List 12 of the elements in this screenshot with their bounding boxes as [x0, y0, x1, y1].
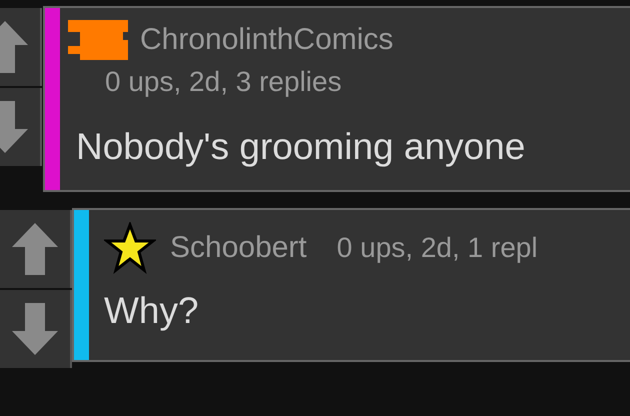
comment-meta: 0 ups, 2d, 1 repl: [336, 232, 538, 264]
comment-text: Why?: [104, 290, 200, 332]
up-arrow-icon: [12, 223, 58, 275]
username[interactable]: ChronolinthComics: [140, 23, 394, 57]
star-icon: [104, 222, 156, 274]
downvote-button[interactable]: [0, 290, 72, 368]
upvote-button[interactable]: [0, 210, 72, 288]
comment-text: Nobody's grooming anyone: [75, 126, 526, 168]
down-arrow-icon: [12, 303, 58, 355]
block-icon: [68, 20, 128, 60]
username[interactable]: Schoobert: [170, 231, 307, 265]
comment-meta: 0 ups, 2d, 3 replies: [104, 66, 343, 98]
